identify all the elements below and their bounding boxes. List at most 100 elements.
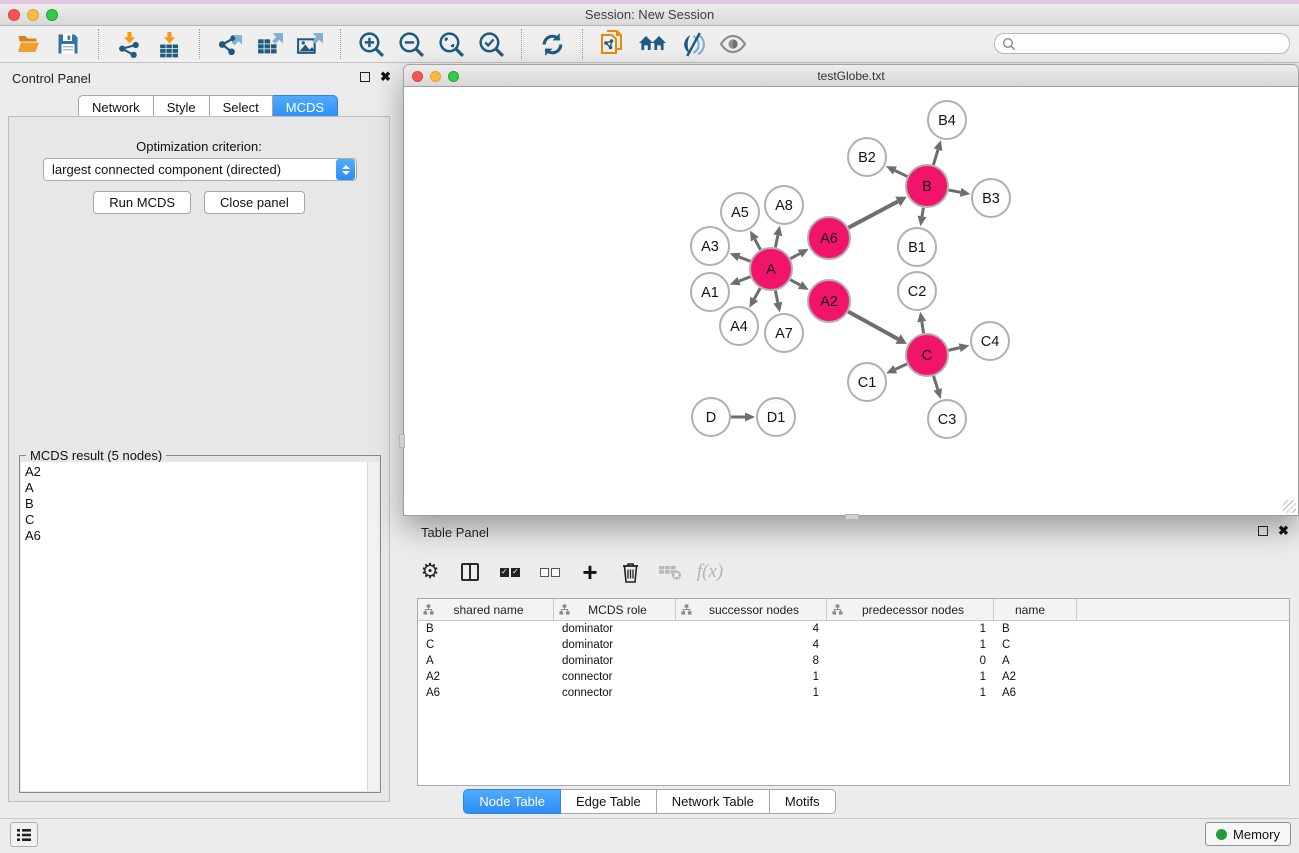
- edge-B-B2[interactable]: [886, 166, 907, 176]
- node-C3[interactable]: C3: [928, 400, 966, 438]
- mcds-list-scrollbar[interactable]: [367, 462, 379, 791]
- delete-table-icon[interactable]: [657, 558, 683, 586]
- edge-A-A8[interactable]: [773, 226, 782, 248]
- edge-C-C2[interactable]: [917, 312, 926, 334]
- resize-grip-icon[interactable]: [1283, 500, 1296, 513]
- zoom-out-icon[interactable]: [391, 29, 431, 59]
- node-A1[interactable]: A1: [691, 273, 729, 311]
- home-icon[interactable]: [633, 29, 673, 59]
- node-C1[interactable]: C1: [848, 363, 886, 401]
- column-header-MCDS-role[interactable]: MCDS role: [554, 599, 676, 620]
- refresh-layout-icon[interactable]: [532, 29, 572, 59]
- hide-graphics-details-icon[interactable]: [673, 29, 713, 59]
- node-A6[interactable]: A6: [808, 217, 850, 259]
- edge-B-B1[interactable]: [918, 208, 927, 227]
- column-header-successor-nodes[interactable]: successor nodes: [676, 599, 827, 620]
- node-A[interactable]: A: [750, 248, 792, 290]
- search-input[interactable]: [994, 33, 1290, 54]
- edge-A-A6[interactable]: [790, 249, 808, 259]
- node-C2[interactable]: C2: [898, 272, 936, 310]
- import-network-icon[interactable]: [109, 29, 149, 59]
- show-column-panel-icon[interactable]: [457, 558, 483, 586]
- edge-A-A4[interactable]: [749, 288, 760, 308]
- node-B2[interactable]: B2: [848, 138, 886, 176]
- edge-A-A3[interactable]: [730, 253, 751, 262]
- export-image-icon[interactable]: [290, 29, 330, 59]
- export-network-icon[interactable]: [210, 29, 250, 59]
- edge-C-C3[interactable]: [933, 376, 942, 399]
- node-A2[interactable]: A2: [808, 280, 850, 322]
- edge-B-B4[interactable]: [933, 140, 942, 165]
- new-network-from-selection-icon[interactable]: [593, 29, 633, 59]
- select-all-checkboxes-icon[interactable]: [497, 558, 523, 586]
- close-panel-button[interactable]: Close panel: [204, 191, 305, 214]
- column-header-predecessor-nodes[interactable]: predecessor nodes: [827, 599, 994, 620]
- edge-A2-C[interactable]: [848, 312, 907, 344]
- task-history-button[interactable]: [10, 822, 38, 847]
- edge-A-A5[interactable]: [750, 230, 760, 249]
- node-A4[interactable]: A4: [720, 307, 758, 345]
- vertical-splitter-handle[interactable]: [399, 434, 405, 448]
- edge-A-A2[interactable]: [790, 280, 809, 290]
- close-panel-icon[interactable]: ✖: [380, 72, 391, 82]
- node-B[interactable]: B: [906, 165, 948, 207]
- function-builder-icon[interactable]: f(x): [697, 558, 723, 586]
- edge-D-D1[interactable]: [731, 413, 755, 422]
- node-A5[interactable]: A5: [721, 193, 759, 231]
- node-D[interactable]: D: [692, 398, 730, 436]
- edge-A6-B[interactable]: [848, 197, 906, 228]
- save-session-icon[interactable]: [48, 29, 88, 59]
- node-B4[interactable]: B4: [928, 101, 966, 139]
- table-row[interactable]: A2connector11A2: [418, 669, 1289, 685]
- node-B1[interactable]: B1: [898, 228, 936, 266]
- settings-gear-icon[interactable]: ⚙: [417, 558, 443, 586]
- table-row[interactable]: Adominator80A: [418, 653, 1289, 669]
- edge-C-C1[interactable]: [886, 364, 907, 373]
- node-C[interactable]: C: [906, 334, 948, 376]
- edge-C-C4[interactable]: [948, 343, 969, 352]
- export-table-icon[interactable]: [250, 29, 290, 59]
- run-mcds-button[interactable]: Run MCDS: [93, 191, 191, 214]
- table-toolbar: ⚙ + f(x): [417, 553, 723, 591]
- mcds-result-item[interactable]: A6: [21, 528, 367, 544]
- table-row[interactable]: A6connector11A6: [418, 685, 1289, 701]
- mcds-result-item[interactable]: B: [21, 496, 367, 512]
- zoom-fit-icon[interactable]: [431, 29, 471, 59]
- tab-edge-table[interactable]: Edge Table: [561, 789, 657, 814]
- tab-node-table[interactable]: Node Table: [463, 789, 561, 814]
- close-table-panel-icon[interactable]: ✖: [1278, 526, 1289, 536]
- node-D1[interactable]: D1: [757, 398, 795, 436]
- float-panel-icon[interactable]: [360, 72, 370, 82]
- table-row[interactable]: Bdominator41B: [418, 621, 1289, 637]
- edge-B-B3[interactable]: [949, 188, 971, 197]
- mcds-result-item[interactable]: A2: [21, 464, 367, 480]
- import-table-icon[interactable]: [149, 29, 189, 59]
- column-header-name[interactable]: name: [994, 599, 1077, 620]
- delete-column-icon[interactable]: [617, 558, 643, 586]
- edge-A-A1[interactable]: [730, 277, 751, 286]
- network-canvas[interactable]: B4 B2 B B3 A5A8A6 A3 B1 A A1 C2 A2 A4A7 C C4 C1 C3 D D1: [403, 87, 1299, 516]
- mcds-result-item[interactable]: A: [21, 480, 367, 496]
- edge-A-A7[interactable]: [773, 291, 782, 313]
- tab-motifs[interactable]: Motifs: [770, 789, 836, 814]
- column-header-shared-name[interactable]: shared name: [418, 599, 554, 620]
- memory-button[interactable]: Memory: [1205, 822, 1291, 846]
- node-A7[interactable]: A7: [765, 314, 803, 352]
- table-row[interactable]: Cdominator41C: [418, 637, 1289, 653]
- node-C4[interactable]: C4: [971, 322, 1009, 360]
- network-window-titlebar[interactable]: testGlobe.txt: [403, 64, 1299, 87]
- zoom-in-icon[interactable]: [351, 29, 391, 59]
- horizontal-splitter-handle[interactable]: [845, 514, 859, 520]
- node-A8[interactable]: A8: [765, 186, 803, 224]
- unselect-all-checkboxes-icon[interactable]: [537, 558, 563, 586]
- float-table-panel-icon[interactable]: [1258, 526, 1268, 536]
- eye-icon[interactable]: [713, 29, 753, 59]
- mcds-result-item[interactable]: C: [21, 512, 367, 528]
- zoom-selected-icon[interactable]: [471, 29, 511, 59]
- tab-network-table[interactable]: Network Table: [657, 789, 770, 814]
- node-B3[interactable]: B3: [972, 179, 1010, 217]
- add-column-icon[interactable]: +: [577, 558, 603, 586]
- criterion-dropdown[interactable]: largest connected component (directed): [43, 158, 357, 181]
- node-A3[interactable]: A3: [691, 227, 729, 265]
- open-file-icon[interactable]: [8, 29, 48, 59]
